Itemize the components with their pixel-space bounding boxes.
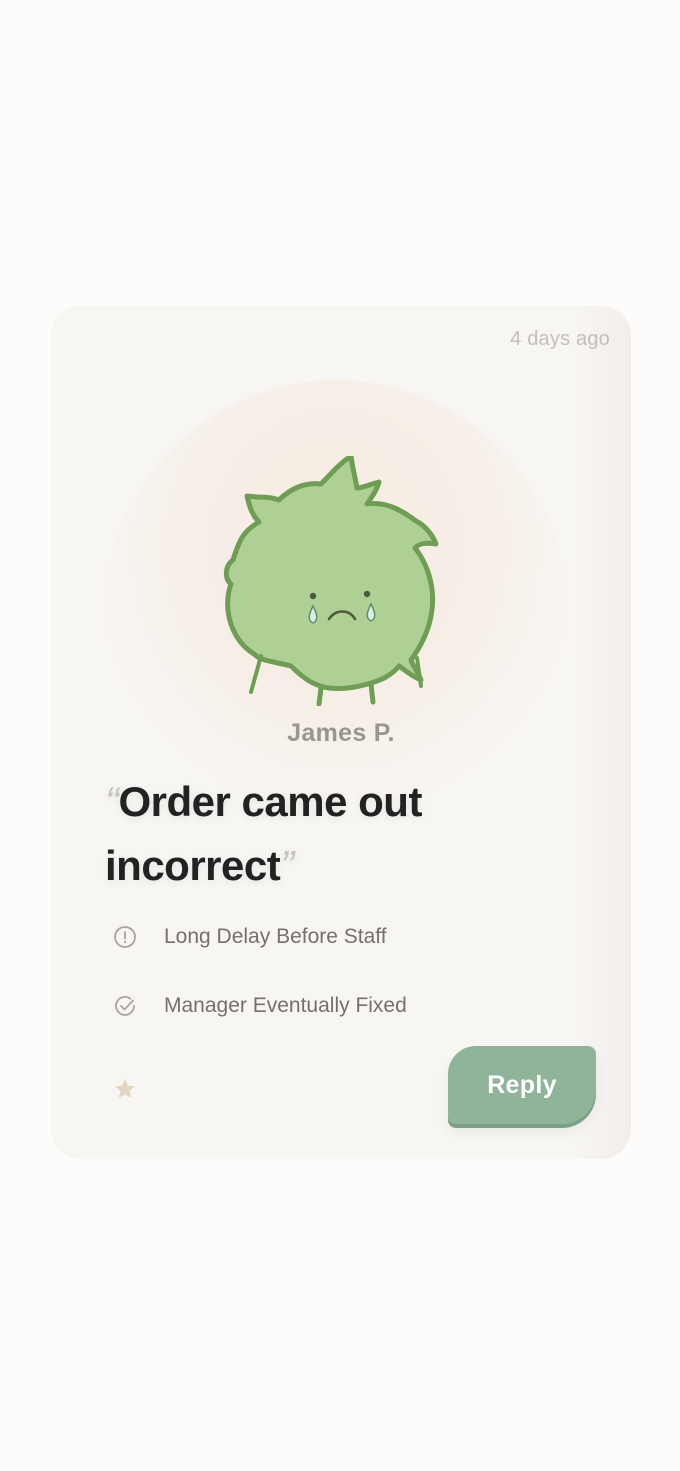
- page: 4 days ago James P. “Order came out inco…: [0, 0, 680, 1471]
- tag-long-delay: Long Delay Before Staff: [113, 922, 387, 952]
- review-quote: “Order came out incorrect”: [105, 770, 525, 898]
- star-icon[interactable]: [113, 1077, 137, 1101]
- tag-label: Manager Eventually Fixed: [164, 994, 407, 1017]
- check-circle-icon: [115, 996, 135, 1016]
- review-card: 4 days ago James P. “Order came out inco…: [51, 306, 631, 1159]
- reply-button[interactable]: Reply: [448, 1046, 596, 1124]
- sad-crying-mascot-icon: [223, 456, 439, 706]
- close-quote-mark: ”: [280, 842, 294, 889]
- alert-circle-icon: [114, 926, 136, 948]
- timestamp: 4 days ago: [510, 328, 610, 350]
- author-name: James P.: [287, 719, 395, 747]
- tag-manager-fixed: Manager Eventually Fixed: [113, 991, 407, 1021]
- open-quote-mark: “: [105, 778, 119, 825]
- review-quote-text: Order came out incorrect: [105, 778, 422, 889]
- tag-label: Long Delay Before Staff: [164, 925, 387, 948]
